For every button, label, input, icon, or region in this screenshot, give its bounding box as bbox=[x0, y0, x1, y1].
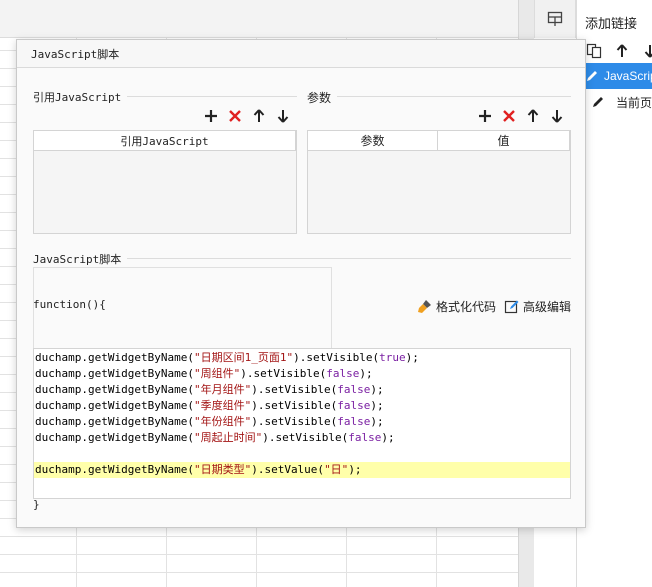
code-line[interactable]: duchamp.getWidgetByName("日期类型").setValue… bbox=[34, 462, 570, 478]
advanced-edit-label: 高级编辑 bbox=[523, 300, 572, 314]
column-header: 值 bbox=[438, 131, 570, 150]
arrow-down-icon[interactable] bbox=[641, 42, 652, 60]
code-token: "日" bbox=[324, 463, 349, 476]
layout-icon bbox=[547, 11, 563, 26]
code-token: false bbox=[337, 415, 371, 428]
arrow-down-icon[interactable] bbox=[274, 107, 292, 125]
script-group-label: JavaScript脚本 bbox=[33, 251, 128, 267]
code-line[interactable]: duchamp.getWidgetByName("年份组件").setVisib… bbox=[34, 414, 570, 430]
code-token: ); bbox=[405, 351, 419, 364]
table-header: 引用JavaScript bbox=[34, 131, 296, 151]
advanced-edit-button[interactable]: 高级编辑 bbox=[504, 298, 571, 315]
code-token: ).setVisible( bbox=[240, 367, 327, 380]
code-token: false bbox=[348, 431, 382, 444]
brush-icon bbox=[418, 300, 431, 313]
code-token: ).setVisible( bbox=[293, 351, 380, 364]
code-token: ).setVisible( bbox=[251, 415, 338, 428]
column-header: 参数 bbox=[308, 131, 438, 150]
code-line[interactable]: duchamp.getWidgetByName("周起止时间").setVisi… bbox=[34, 430, 570, 446]
dialog-title: JavaScript脚本 bbox=[17, 40, 585, 68]
params-toolbar bbox=[476, 107, 566, 125]
copy-icon[interactable] bbox=[585, 42, 603, 60]
params-table[interactable]: 参数 值 bbox=[307, 130, 571, 234]
code-token: ).setVisible( bbox=[262, 431, 349, 444]
code-token: "年份组件" bbox=[193, 415, 252, 428]
edit-box-icon bbox=[504, 300, 519, 314]
arrow-up-icon[interactable] bbox=[613, 42, 631, 60]
code-token: ); bbox=[370, 383, 384, 396]
code-token: "周组件" bbox=[193, 367, 241, 380]
layout-tool-button[interactable] bbox=[534, 0, 576, 38]
edit-icon bbox=[585, 89, 611, 115]
function-open: function(){ bbox=[33, 298, 106, 311]
arrow-up-icon[interactable] bbox=[524, 107, 542, 125]
code-token: "日期区间1_页面1" bbox=[193, 351, 294, 364]
format-code-button[interactable]: 格式化代码 bbox=[417, 298, 496, 315]
code-token: ); bbox=[370, 399, 384, 412]
link-item-label: 当前页 bbox=[616, 95, 652, 110]
ref-js-group-label: 引用JavaScript bbox=[33, 89, 128, 105]
code-line[interactable]: duchamp.getWidgetByName("季度组件").setVisib… bbox=[34, 398, 570, 414]
main-toolbar bbox=[0, 0, 534, 38]
code-token: duchamp.getWidgetByName( bbox=[35, 399, 194, 412]
params-group-label: 参数 bbox=[307, 89, 338, 106]
link-item-label: JavaScript bbox=[604, 69, 652, 83]
code-token: duchamp.getWidgetByName( bbox=[35, 383, 194, 396]
code-token: duchamp.getWidgetByName( bbox=[35, 431, 194, 444]
link-panel-title: 添加链接 bbox=[585, 16, 638, 31]
link-item-javascript[interactable]: JavaScript bbox=[585, 63, 652, 89]
code-line[interactable]: duchamp.getWidgetByName("日期区间1_页面1").set… bbox=[34, 350, 570, 366]
ref-js-toolbar bbox=[202, 107, 292, 125]
code-editor[interactable]: duchamp.getWidgetByName("日期区间1_页面1").set… bbox=[33, 348, 571, 499]
function-close: } bbox=[33, 498, 40, 511]
code-token: duchamp.getWidgetByName( bbox=[35, 415, 194, 428]
divider bbox=[307, 96, 571, 97]
delete-icon[interactable] bbox=[500, 107, 518, 125]
column-header: 引用JavaScript bbox=[34, 131, 296, 150]
code-token: true bbox=[379, 351, 406, 364]
edit-icon bbox=[585, 63, 599, 89]
link-panel: 添加链接 JavaScript 当前页 bbox=[576, 0, 652, 587]
code-token: ).setValue( bbox=[251, 463, 325, 476]
code-token: false bbox=[326, 367, 360, 380]
code-token: false bbox=[337, 383, 371, 396]
code-token: "季度组件" bbox=[193, 399, 252, 412]
code-line[interactable] bbox=[34, 446, 570, 462]
delete-icon[interactable] bbox=[226, 107, 244, 125]
arrow-down-icon[interactable] bbox=[548, 107, 566, 125]
code-token: ); bbox=[370, 415, 384, 428]
code-token: ).setVisible( bbox=[251, 383, 338, 396]
arrow-up-icon[interactable] bbox=[250, 107, 268, 125]
script-header-box bbox=[33, 267, 332, 355]
code-token: "周起止时间" bbox=[193, 431, 263, 444]
link-panel-toolbar bbox=[585, 40, 652, 62]
code-token: ).setVisible( bbox=[251, 399, 338, 412]
add-icon[interactable] bbox=[202, 107, 220, 125]
code-token: false bbox=[337, 399, 371, 412]
table-header: 参数 值 bbox=[308, 131, 570, 151]
code-token: ); bbox=[381, 431, 395, 444]
code-line[interactable]: duchamp.getWidgetByName("周组件").setVisibl… bbox=[34, 366, 570, 382]
add-icon[interactable] bbox=[476, 107, 494, 125]
code-line[interactable]: duchamp.getWidgetByName("年月组件").setVisib… bbox=[34, 382, 570, 398]
javascript-dialog: JavaScript脚本 引用JavaScript 引用JavaScript 参… bbox=[16, 39, 586, 528]
code-token: duchamp.getWidgetByName( bbox=[35, 351, 194, 364]
ref-js-table[interactable]: 引用JavaScript bbox=[33, 130, 297, 234]
code-token: "年月组件" bbox=[193, 383, 252, 396]
code-token: ); bbox=[348, 463, 362, 476]
code-token: duchamp.getWidgetByName( bbox=[35, 463, 194, 476]
link-item-current-page[interactable]: 当前页 bbox=[585, 89, 652, 115]
code-token: ); bbox=[359, 367, 373, 380]
code-token: "日期类型" bbox=[193, 463, 252, 476]
format-code-label: 格式化代码 bbox=[436, 300, 497, 314]
code-token: duchamp.getWidgetByName( bbox=[35, 367, 194, 380]
